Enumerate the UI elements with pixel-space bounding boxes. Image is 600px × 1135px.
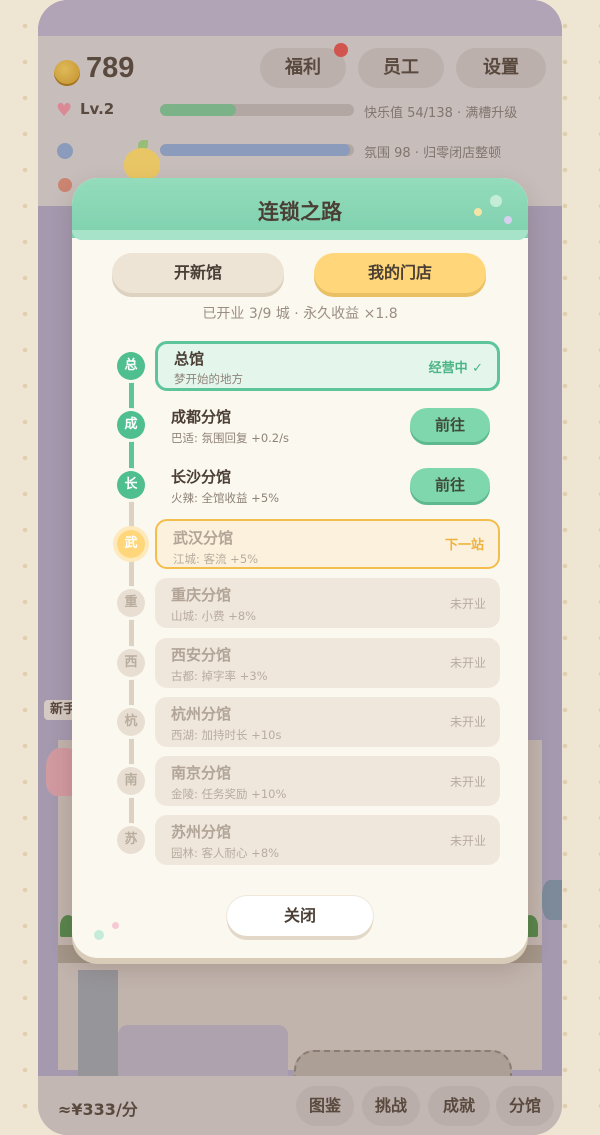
branch-card: 重庆分馆山城: 小费 +8% 未开业 bbox=[155, 578, 500, 629]
branch-name: 武汉分馆 bbox=[173, 528, 234, 547]
bubble-decoration bbox=[474, 208, 482, 216]
bubble-decoration bbox=[112, 922, 119, 929]
branch-card: 杭州分馆西湖: 加持时长 +10s 未开业 bbox=[155, 696, 500, 747]
bubble-decoration bbox=[490, 195, 502, 207]
branch-node: 长 bbox=[117, 470, 145, 499]
branch-bonus: 巴适: 氛围回复 +0.2/s bbox=[171, 431, 289, 446]
branch-name: 苏州分馆 bbox=[171, 823, 232, 842]
tab-open-new[interactable]: 开新馆 bbox=[112, 253, 284, 293]
branch-card: 西安分馆古都: 掉字率 +3% 未开业 bbox=[155, 637, 500, 688]
branch-status: 下一站 bbox=[444, 538, 484, 554]
bubble-decoration bbox=[504, 216, 512, 224]
branch-bonus: 古都: 掉字率 +3% bbox=[171, 668, 268, 683]
branch-card[interactable]: 长沙分馆火辣: 全馆收益 +5% 前往 bbox=[155, 460, 500, 510]
branch-node: 武 bbox=[117, 529, 145, 558]
branch-bonus: 园林: 客人耐心 +8% bbox=[171, 846, 280, 861]
branch-node: 西 bbox=[117, 648, 145, 677]
branch-card[interactable]: 武汉分馆江城: 客流 +5% 下一站 bbox=[155, 518, 500, 569]
branch-bonus: 江城: 客流 +5% bbox=[173, 551, 259, 566]
branch-bonus: 金陵: 任务奖励 +10% bbox=[171, 787, 287, 802]
branch-bonus: 火辣: 全馆收益 +5% bbox=[171, 490, 280, 505]
branch-name: 西安分馆 bbox=[171, 645, 232, 664]
branch-bonus: 梦开始的地方 bbox=[174, 372, 243, 386]
branch-status: 未开业 bbox=[449, 656, 486, 670]
close-button[interactable]: 关闭 bbox=[227, 896, 373, 936]
branch-node: 杭 bbox=[117, 707, 145, 736]
go-button[interactable]: 前往 bbox=[410, 467, 490, 502]
branch-node: 重 bbox=[117, 589, 145, 618]
branch-card[interactable]: 成都分馆巴适: 氛围回复 +0.2/s 前往 bbox=[155, 400, 500, 450]
branch-name: 南京分馆 bbox=[171, 764, 232, 783]
chain-road-modal: 连锁之路 开新馆 我的门店 已开业 3/9 城 · 永久收益 ×1.8 总总馆梦… bbox=[72, 178, 528, 958]
bubble-decoration bbox=[94, 930, 104, 940]
branch-bonus: 西湖: 加持时长 +10s bbox=[171, 727, 282, 742]
go-button[interactable]: 前往 bbox=[410, 408, 490, 443]
branch-status: 经营中 ✓ bbox=[428, 360, 483, 376]
branch-card[interactable]: 总馆梦开始的地方 经营中 ✓ bbox=[155, 341, 500, 391]
branch-status: 未开业 bbox=[449, 833, 486, 848]
branch-card: 南京分馆金陵: 任务奖励 +10% 未开业 bbox=[155, 756, 500, 807]
modal-title: 连锁之路 bbox=[258, 200, 342, 224]
tab-my-stores[interactable]: 我的门店 bbox=[314, 253, 486, 293]
branch-status: 未开业 bbox=[449, 715, 486, 730]
branch-name: 总馆 bbox=[174, 350, 205, 368]
modal-header-stripe bbox=[72, 230, 528, 240]
branch-node: 总 bbox=[117, 352, 145, 380]
branch-name: 重庆分馆 bbox=[171, 586, 232, 605]
branch-status: 未开业 bbox=[449, 774, 486, 789]
chain-summary: 已开业 3/9 城 · 永久收益 ×1.8 bbox=[202, 306, 398, 322]
branch-name: 成都分馆 bbox=[171, 408, 232, 427]
branch-status: 未开业 bbox=[449, 596, 486, 611]
branch-name: 杭州分馆 bbox=[171, 704, 232, 723]
branch-node: 成 bbox=[117, 411, 145, 440]
branch-name: 长沙分馆 bbox=[171, 467, 232, 486]
branch-node: 南 bbox=[117, 767, 145, 796]
branch-node: 苏 bbox=[117, 826, 145, 855]
branch-card: 苏州分馆园林: 客人耐心 +8% 未开业 bbox=[155, 815, 500, 866]
branch-bonus: 山城: 小费 +8% bbox=[171, 609, 257, 624]
